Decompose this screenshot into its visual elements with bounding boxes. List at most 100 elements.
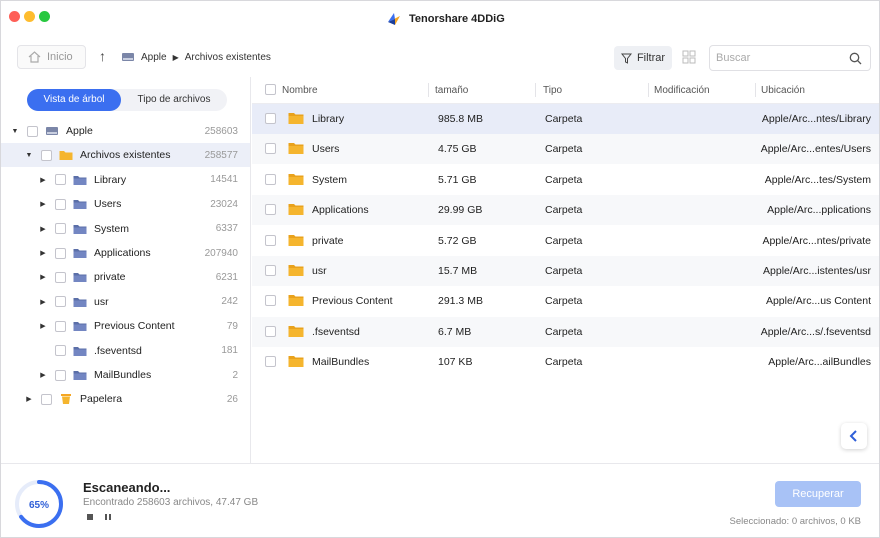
column-header-name[interactable]: Nombre [282,85,318,96]
chevron-right-icon[interactable]: ▶ [39,322,47,330]
tree-item-checkbox[interactable] [41,393,52,405]
row-checkbox[interactable] [265,295,276,307]
tree-item-label: Applications [94,247,151,259]
select-all-checkbox[interactable] [265,84,276,95]
tree-item-checkbox[interactable] [27,125,38,137]
folder-icon [288,172,304,186]
tree-item-checkbox[interactable] [55,247,66,259]
tree-item[interactable]: ▶ MailBundles 2 [1,363,250,387]
cell-name: MailBundles [312,356,370,369]
cell-type: Carpeta [545,325,583,338]
pause-scan-button[interactable] [103,512,113,522]
chevron-right-icon[interactable]: ▶ [39,200,47,208]
chevron-right-icon[interactable]: ▶ [39,371,47,379]
collapse-panel-button[interactable] [841,423,867,449]
progress-percent: 65% [29,500,49,511]
tree-item[interactable]: ▶ Library 14541 [1,168,250,192]
tree-item-checkbox[interactable] [41,149,52,161]
tree-item[interactable]: .fseventsd 181 [1,339,250,363]
chevron-down-icon[interactable]: ▼ [25,152,33,159]
tree-item[interactable]: ▶ private 6231 [1,265,250,289]
chevron-right-icon[interactable]: ▶ [39,298,47,306]
tree-item[interactable]: ▶ Users 23024 [1,192,250,216]
zoom-window-button[interactable] [39,11,50,22]
chevron-right-icon[interactable]: ▶ [25,395,33,403]
chevron-right-icon[interactable]: ▶ [39,249,47,257]
folder-blue-icon [73,198,87,210]
tree-item[interactable]: ▶ Papelera 26 [1,387,250,411]
table-row[interactable]: System 5.71 GB Carpeta Apple/Arc...tes/Syst… [252,165,879,195]
column-header-type[interactable]: Tipo [543,85,562,96]
tree-item[interactable]: ▶ System 6337 [1,217,250,241]
filter-button[interactable]: Filtrar [614,46,672,70]
tree-item[interactable]: ▶ usr 242 [1,290,250,314]
search-icon[interactable] [849,52,862,65]
home-icon [28,51,41,63]
tree-item-checkbox[interactable] [55,174,66,186]
tree-item-checkbox[interactable] [55,369,66,381]
cell-type: Carpeta [545,356,583,369]
row-checkbox[interactable] [265,173,276,185]
grid-view-icon[interactable] [681,49,697,65]
tree-item[interactable]: ▶ Previous Content 79 [1,314,250,338]
table-row[interactable]: .fseventsd 6.7 MB Carpeta Apple/Arc...s/.fs… [252,316,879,347]
cell-type: Carpeta [545,113,583,125]
table-row[interactable]: private 5.72 GB Carpeta Apple/Arc...ntes/pr… [252,226,879,256]
tree-item-count: 242 [221,296,238,308]
column-divider[interactable] [755,83,756,97]
tree-item-checkbox[interactable] [55,271,66,283]
chevron-right-icon[interactable]: ▶ [39,225,47,233]
tree-item[interactable]: ▼ Apple 258603 [1,119,250,143]
table-row[interactable]: Applications 29.99 GB Carpeta Apple/Arc...p… [252,195,879,226]
column-divider[interactable] [648,83,649,97]
column-divider[interactable] [428,83,429,97]
table-row[interactable]: Library 985.8 MB Carpeta Apple/Arc...ntes/L… [252,104,879,134]
column-divider[interactable] [535,83,536,97]
tree-item[interactable]: ▶ Applications 207940 [1,241,250,265]
tree-item-checkbox[interactable] [55,320,66,332]
table-row[interactable]: Previous Content 291.3 MB Carpeta Apple/Arc… [252,286,879,316]
tree-item-checkbox[interactable] [55,198,66,210]
tab-file-type[interactable]: Tipo de archivos [121,89,227,111]
tree-item-checkbox[interactable] [55,223,66,235]
up-arrow-icon[interactable]: ↑ [99,48,106,64]
hdd-icon [45,125,59,137]
column-header-size[interactable]: tamaño [435,85,468,96]
breadcrumb-item-apple[interactable]: Apple [141,52,167,63]
row-checkbox[interactable] [265,265,276,276]
tree-item-count: 6231 [215,271,238,283]
breadcrumb-item-current[interactable]: Archivos existentes [185,52,271,63]
tree-item[interactable]: ▼ Archivos existentes 258577 [1,143,250,168]
column-header-modified[interactable]: Modificación [654,85,710,96]
cell-size: 15.7 MB [438,265,478,277]
chevron-down-icon[interactable]: ▼ [11,128,19,135]
row-checkbox[interactable] [265,113,276,124]
column-header-location[interactable]: Ubicación [761,85,805,96]
search-input[interactable] [716,50,844,66]
chevron-right-icon[interactable]: ▶ [39,176,47,184]
tree-item-label: Previous Content [94,320,175,333]
minimize-window-button[interactable] [24,11,35,22]
row-checkbox[interactable] [265,234,276,246]
tree-item-label: Papelera [80,393,123,406]
close-window-button[interactable] [9,11,20,22]
cell-location: Apple/Arc...ntes/private [762,234,871,247]
app-title: Tenorshare 4DDiG [385,10,505,28]
tree-item-checkbox[interactable] [55,345,66,357]
pause-icon [105,514,111,520]
table-row[interactable]: MailBundles 107 KB Carpeta Apple/Arc...ailB… [252,347,879,377]
row-checkbox[interactable] [265,356,276,368]
tree-item-checkbox[interactable] [55,296,66,308]
home-button[interactable]: Inicio [17,45,86,69]
row-checkbox[interactable] [265,204,276,216]
chevron-right-icon[interactable]: ▶ [39,273,47,281]
table-row[interactable]: Users 4.75 GB Carpeta Apple/Arc...entes/Use… [252,134,879,165]
recover-button[interactable]: Recuperar [775,481,861,507]
table-row[interactable]: usr 15.7 MB Carpeta Apple/Arc...istentes/us… [252,256,879,286]
row-checkbox[interactable] [265,325,276,337]
row-checkbox[interactable] [265,143,276,155]
cell-size: 5.71 GB [438,173,477,186]
tab-tree-view[interactable]: Vista de árbol [27,89,121,111]
stop-scan-button[interactable] [85,512,95,522]
title-bar: Tenorshare 4DDiG [1,1,879,35]
